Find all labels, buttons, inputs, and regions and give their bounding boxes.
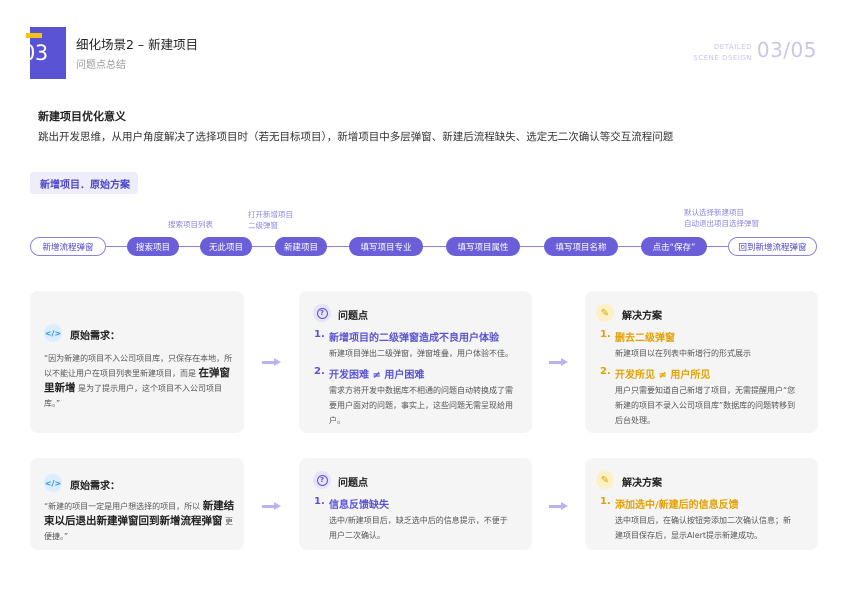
- flow-node-return: 回到新增流程弹窗: [728, 237, 817, 256]
- detailed-label-line2: SCENE DSEIGN: [693, 54, 752, 62]
- problem-card-2-title: 问题点: [338, 478, 368, 489]
- solution-1-item-2-desc: 用户只需要知道自己新增了项目，无需提醒用户“您新建的项目不录入公司项目库”数据库…: [615, 386, 796, 425]
- arrow-right-icon: [549, 358, 569, 366]
- flow-node-major: 填写项目专业: [349, 237, 423, 256]
- code-icon: </>: [44, 474, 62, 492]
- flow-node-search: 搜索项目: [127, 237, 179, 256]
- problem-1-item-1-title: 新增项目的二级弹窗造成不良用户体验: [329, 333, 499, 344]
- question-circle-icon: ?: [313, 304, 331, 322]
- solution-card-2-title: 解决方案: [622, 478, 662, 489]
- flow-note-search: 搜索项目列表: [168, 220, 213, 229]
- flow-note-open: 打开新增项目 二级弹窗: [248, 209, 293, 231]
- problem-1-item-2-desc: 需求方将开发中数据库不相通的问题自动转换成了需要用户面对的问题，事实上，这些问题…: [329, 386, 513, 425]
- flow-node-none: 无此项目: [200, 237, 252, 256]
- need-card-1-text: “因为新建的项目不入公司项目库，只保存在本地，所以不能让用户在项目列表里新建项目…: [44, 351, 234, 411]
- need-card-1: </> 原始需求： “因为新建的项目不入公司项目库，只保存在本地，所以不能让用户…: [30, 291, 244, 433]
- problem-1-item-2-title: 开发困难 ≠ 用户困难: [329, 370, 425, 381]
- meaning-text: 跳出开发思维，从用户角度解决了选择项目时（若无目标项目），新增项目中多层弹窗、新…: [38, 131, 674, 143]
- need-card-2: </> 原始需求： “新建的项目一定是用户想选择的项目，所以 新建结束以后退出新…: [30, 458, 244, 550]
- question-circle-icon: ?: [313, 471, 331, 489]
- arrow-right-icon: [262, 358, 282, 366]
- problem-card-1: ? 问题点 1. 新增项目的二级弹窗造成不良用户体验 新建项目弹出二级弹窗，弹窗…: [299, 291, 532, 433]
- need-card-1-title: 原始需求：: [70, 331, 120, 342]
- flow-note-default: 默认选择新建项目 自动退出项目选择弹窗: [684, 207, 759, 229]
- flow-node-name: 填写项目名称: [544, 237, 618, 256]
- solution-1-item-2-num: 2.: [600, 366, 611, 377]
- flow-node-save: 点击“保存”: [641, 237, 707, 256]
- need-card-2-title: 原始需求：: [70, 481, 120, 492]
- problem-1-item-1-num: 1.: [314, 329, 325, 340]
- problem-1-item-2-num: 2.: [314, 366, 325, 377]
- flow-node-attr: 填写项目属性: [446, 237, 520, 256]
- edit-pen-icon: ✎: [596, 304, 614, 322]
- page-number: 03/05: [756, 38, 817, 62]
- section-number: 03: [22, 41, 48, 65]
- flow-note-default-line2: 自动退出项目选择弹窗: [684, 219, 759, 228]
- section-tag: 新增项目．原始方案: [30, 172, 138, 194]
- arrow-right-icon: [549, 502, 569, 510]
- edit-pen-icon: ✎: [596, 471, 614, 489]
- solution-2-item-1-num: 1.: [600, 496, 611, 507]
- detailed-scene-label: DETAILED SCENE DSEIGN: [693, 42, 752, 64]
- problem-2-item-1-desc: 选中/新建项目后，缺乏选中后的信息提示，不便于用户二次确认。: [329, 516, 508, 540]
- problem-2-item-1-num: 1.: [314, 496, 325, 507]
- page-subtitle: 问题点总结: [76, 60, 126, 71]
- flow-node-create: 新建项目: [275, 237, 327, 256]
- solution-1-item-2-title: 开发所见 ≠ 用户所见: [615, 370, 711, 381]
- detailed-label-line1: DETAILED: [713, 43, 752, 51]
- flow-note-open-line1: 打开新增项目: [248, 210, 293, 219]
- solution-2-item-1-title: 添加选中/新建后的信息反馈: [615, 500, 739, 511]
- solution-card-1-title: 解决方案: [622, 311, 662, 322]
- solution-1-item-1-desc: 新建项目以在列表中新增行的形式展示: [615, 349, 751, 358]
- problem-card-2: ? 问题点 1. 信息反馈缺失 选中/新建项目后，缺乏选中后的信息提示，不便于用…: [299, 458, 532, 550]
- arrow-right-icon: [262, 502, 282, 510]
- solution-2-item-1-desc: 选中项目后，在确认按钮旁添加二次确认信息；新建项目保存后，显示Alert提示新建…: [615, 516, 791, 540]
- meaning-title: 新建项目优化意义: [38, 110, 126, 123]
- flow-node-start: 新增流程弹窗: [30, 237, 106, 256]
- problem-2-item-1-title: 信息反馈缺失: [329, 500, 389, 511]
- need-card-2-text: “新建的项目一定是用户想选择的项目，所以 新建结束以后退出新建弹窗回到新增流程弹…: [44, 499, 236, 544]
- problem-card-1-title: 问题点: [338, 311, 368, 322]
- solution-card-2: ✎ 解决方案 1. 添加选中/新建后的信息反馈 选中项目后，在确认按钮旁添加二次…: [585, 458, 818, 550]
- solution-1-item-1-num: 1.: [600, 329, 611, 340]
- page-title: 细化场景2 – 新建项目: [76, 37, 199, 52]
- problem-1-item-1-desc: 新建项目弹出二级弹窗，弹窗堆叠，用户体验不佳。: [329, 349, 513, 358]
- solution-card-1: ✎ 解决方案 1. 删去二级弹窗 新建项目以在列表中新增行的形式展示 2. 开发…: [585, 291, 818, 433]
- solution-1-item-1-title: 删去二级弹窗: [615, 333, 675, 344]
- section-number-accent: [26, 33, 42, 38]
- flow-note-open-line2: 二级弹窗: [248, 221, 278, 230]
- flow-note-default-line1: 默认选择新建项目: [684, 208, 744, 217]
- need-2-text-before: “新建的项目一定是用户想选择的项目，所以: [44, 502, 203, 511]
- code-icon: </>: [44, 324, 62, 342]
